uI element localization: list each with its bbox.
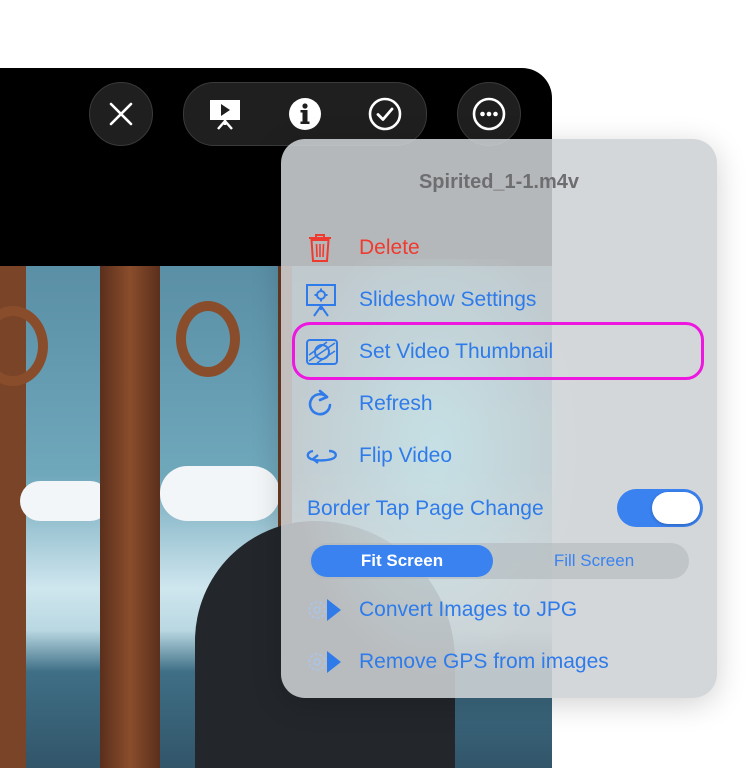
- video-scene-cloud: [20, 481, 110, 521]
- menu-item-slideshow-settings[interactable]: Slideshow Settings: [305, 280, 705, 320]
- segment-fit-screen[interactable]: Fit Screen: [311, 545, 493, 577]
- menu-item-remove-gps[interactable]: Remove GPS from images: [305, 642, 705, 682]
- menu-item-label: Remove GPS from images: [359, 650, 609, 673]
- more-button[interactable]: [457, 82, 521, 146]
- toggle-knob: [652, 492, 700, 524]
- menu-item-delete[interactable]: Delete: [305, 228, 705, 268]
- select-button[interactable]: [354, 83, 416, 145]
- screen-fit-segmented-control: Fit Screen Fill Screen: [309, 543, 689, 579]
- gear-play-icon: [305, 592, 345, 628]
- gear-play-icon: [305, 644, 345, 680]
- menu-item-label: Convert Images to JPG: [359, 598, 578, 621]
- menu-item-label: Refresh: [359, 392, 433, 415]
- video-scene-ring: [0, 306, 48, 386]
- segment-fill-screen[interactable]: Fill Screen: [503, 545, 685, 577]
- flip-icon: [305, 438, 345, 474]
- slideshow-button[interactable]: [194, 83, 256, 145]
- ellipsis-icon: [472, 97, 506, 131]
- menu-item-flip-video[interactable]: Flip Video: [305, 436, 705, 476]
- toggle-label: Border Tap Page Change: [307, 497, 544, 520]
- menu-item-label: Flip Video: [359, 444, 453, 467]
- refresh-icon: [305, 386, 345, 422]
- video-scene-cloud: [160, 466, 280, 521]
- border-tap-page-change-row: Border Tap Page Change: [307, 489, 703, 529]
- border-tap-toggle[interactable]: [617, 489, 703, 527]
- info-icon: [289, 98, 321, 130]
- menu-item-convert-images-to-jpg[interactable]: Convert Images to JPG: [305, 590, 705, 630]
- video-scene-pillar: [100, 266, 160, 768]
- slideshow-icon: [210, 100, 240, 130]
- close-button[interactable]: [89, 82, 153, 146]
- menu-item-label: Delete: [359, 236, 420, 259]
- toolbar-button-group: [183, 82, 427, 146]
- close-icon: [109, 102, 133, 126]
- trash-icon: [305, 230, 345, 266]
- checkmark-icon: [368, 97, 402, 131]
- video-scene-ring: [176, 301, 240, 377]
- info-button[interactable]: [274, 83, 336, 145]
- context-menu: Spirited_1-1.m4v Delete Slideshow Settin…: [281, 139, 717, 698]
- video-thumbnail-icon: [305, 334, 345, 370]
- menu-title: Spirited_1-1.m4v: [418, 171, 580, 193]
- slideshow-settings-icon: [305, 282, 345, 318]
- menu-item-refresh[interactable]: Refresh: [305, 384, 705, 424]
- menu-item-label: Set Video Thumbnail: [359, 340, 554, 363]
- menu-item-set-video-thumbnail[interactable]: Set Video Thumbnail: [305, 332, 705, 372]
- menu-item-label: Slideshow Settings: [359, 288, 537, 311]
